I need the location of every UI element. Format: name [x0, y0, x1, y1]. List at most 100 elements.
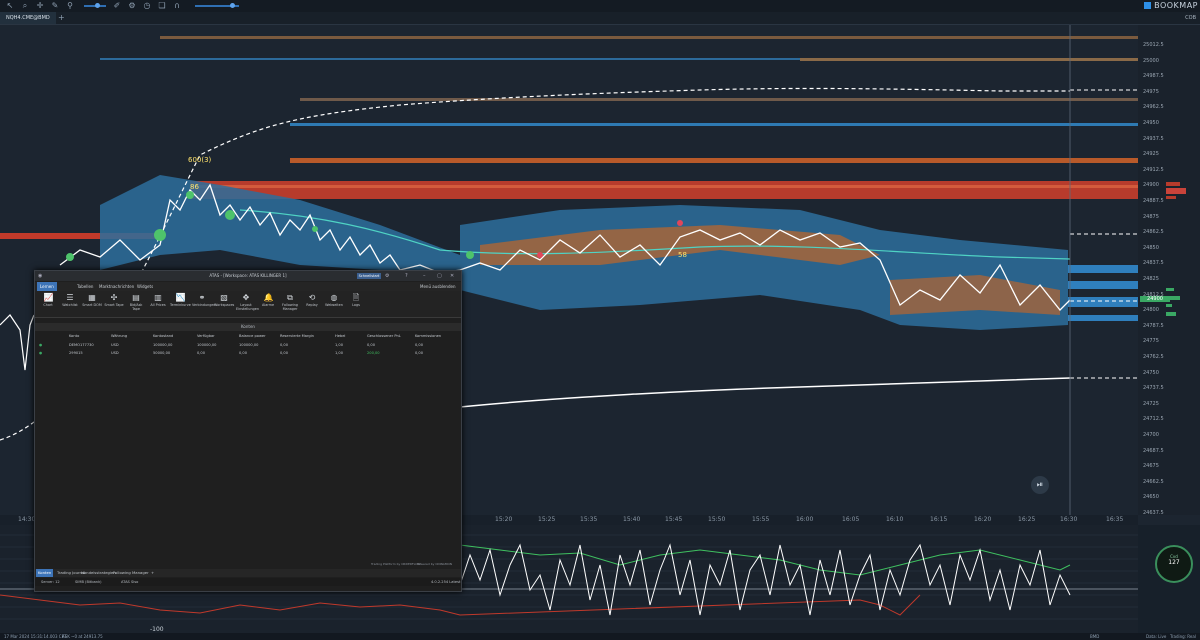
- menu-hide-button[interactable]: Menü ausblenden: [420, 282, 456, 291]
- ribbon-button-watchlist[interactable]: ☰ Watchlist: [60, 293, 80, 307]
- add-tab-button[interactable]: +: [58, 12, 65, 24]
- crosshair-icon[interactable]: ✛: [35, 1, 45, 11]
- price-tick: 24962.5: [1143, 104, 1164, 111]
- trade-bubble: [154, 229, 166, 241]
- ribbon-button-all-prices[interactable]: ▥ All Prices: [148, 293, 168, 307]
- layers-icon[interactable]: ❏: [157, 1, 167, 11]
- bottom-tab-handelsstrategien[interactable]: Handelsstrategien: [81, 569, 116, 577]
- zoom-icon[interactable]: ⌕: [20, 1, 30, 11]
- column-header[interactable]: Kontostand: [153, 333, 173, 340]
- column-header[interactable]: Balance power: [239, 333, 266, 340]
- price-tick: 24912.5: [1143, 166, 1164, 173]
- table-cell: 0,00: [197, 351, 206, 355]
- cvd-red-line: [0, 594, 921, 616]
- ribbon-icon: ⚭: [198, 293, 206, 302]
- trade-bubble: [677, 220, 683, 226]
- ribbon-button-replay[interactable]: ⟲ Replay: [302, 293, 322, 307]
- ribbon-button-logs[interactable]: 🗎 Logs: [346, 293, 366, 307]
- atas-status-server: Server: 12: [41, 580, 60, 584]
- column-header[interactable]: Verfügbar: [197, 333, 215, 340]
- price-tick: 25012.5: [1143, 42, 1164, 48]
- ribbon-button-alarme[interactable]: 🔔 Alarme: [258, 293, 278, 307]
- column-header[interactable]: Hebel: [335, 333, 345, 340]
- ribbon-label: All Prices: [150, 303, 166, 307]
- magnet-icon[interactable]: ∩: [172, 1, 182, 11]
- price-tick: 24775: [1143, 338, 1159, 345]
- table-row[interactable]: ● DEMO177730 USD 100000,00 100000,00 100000,0…: [35, 342, 461, 349]
- liquidity-line: [290, 123, 1138, 126]
- status-ask: ASK ~0 at 24913.75: [62, 634, 103, 639]
- table-row[interactable]: ● 299015 USD 50000,00 0,00 0,00 0,00 1,00 200,00…: [35, 350, 461, 357]
- price-tick: 24950: [1143, 120, 1159, 126]
- menu-lernen[interactable]: Lernen: [37, 282, 57, 291]
- connection-status-icon: ●: [39, 343, 43, 347]
- contrast-slider-knob[interactable]: [95, 3, 100, 8]
- maximize-icon[interactable]: ▢: [437, 271, 442, 281]
- ribbon-button-terminkurve[interactable]: 📉 Terminkurve: [170, 293, 191, 307]
- ribbon-button-workspaces[interactable]: ▧ Workspaces: [214, 293, 234, 307]
- instrument-tab[interactable]: NQH4.CME@BMD: [0, 12, 56, 24]
- cob-label: COB: [1185, 15, 1196, 21]
- column-header[interactable]: Reservierte Margin: [280, 333, 314, 340]
- column-header[interactable]: Geschlossener PnL: [367, 333, 401, 340]
- ribbon-icon: ▤: [132, 293, 140, 302]
- atas-ribbon: 📈 Chart ☰ Watchlist ▦ Smart DOM ✣ Smart Tape ▤ Bi…: [35, 291, 461, 318]
- ribbon-button-smart-tape[interactable]: ✣ Smart Tape: [104, 293, 124, 307]
- bottom-tab-konten[interactable]: Konten: [36, 569, 54, 577]
- current-price-badge: 24900: [1140, 296, 1170, 302]
- order-book-profile: [1166, 182, 1186, 316]
- ribbon-button-chart[interactable]: 📈 Chart: [38, 293, 58, 307]
- add-bottom-tab-button[interactable]: +: [151, 569, 154, 577]
- pen-icon[interactable]: ✐: [112, 1, 122, 11]
- column-header[interactable]: Währung: [111, 333, 127, 340]
- minimize-icon[interactable]: –: [423, 271, 426, 281]
- price-tick: 24700: [1143, 432, 1159, 438]
- time-tick: 15:35: [580, 516, 598, 523]
- time-tick: 14:30: [18, 516, 36, 523]
- ribbon-label: Chart: [43, 303, 53, 307]
- time-tick: 15:25: [538, 516, 556, 523]
- column-header[interactable]: Konto: [69, 333, 79, 340]
- atas-title-bar[interactable]: ATAS - [Workspace: ATAS KILLINGER 1] Sch…: [35, 271, 461, 281]
- trade-bubble: [466, 251, 474, 259]
- bid-bar: [1166, 182, 1180, 186]
- cursor-icon[interactable]: ↖: [5, 1, 15, 11]
- column-header[interactable]: Kommissionen: [415, 333, 441, 340]
- draw-icon[interactable]: ✎: [50, 1, 60, 11]
- footer-right: Powered by CINNAMON: [417, 562, 453, 566]
- menu-widgets[interactable]: Widgets: [137, 282, 153, 291]
- gear-icon[interactable]: ⚙: [127, 1, 137, 11]
- ribbon-icon: 🔔: [263, 293, 274, 302]
- link-icon[interactable]: ⚲: [65, 1, 75, 11]
- menu-marktnachrichten[interactable]: Marktnachrichten: [99, 282, 134, 291]
- bottom-tab-following-manager[interactable]: Following Manager: [113, 569, 149, 577]
- price-tick: 24725: [1143, 400, 1159, 407]
- atas-window[interactable]: ATAS - [Workspace: ATAS KILLINGER 1] Sch…: [34, 270, 462, 592]
- table-cell: DEMO177730: [69, 343, 94, 347]
- help-icon[interactable]: ?: [405, 271, 408, 281]
- ribbon-label: Bid/Ask Tape: [129, 303, 143, 311]
- ribbon-icon: 📈: [43, 293, 54, 302]
- table-cell: 100000,00: [197, 343, 217, 347]
- liquidity-wall: [190, 181, 1138, 199]
- ribbon-button-following-manager[interactable]: ⧉ Following Manager: [280, 293, 300, 311]
- ribbon-button-bid-ask-tape[interactable]: ▤ Bid/Ask Tape: [126, 293, 146, 311]
- delta-oscillator-line: [459, 543, 1071, 616]
- ribbon-label: Terminkurve: [170, 303, 191, 307]
- play-replay-button[interactable]: ⏯: [1031, 476, 1049, 494]
- close-icon[interactable]: ✕: [450, 271, 454, 281]
- ribbon-button-webseiten[interactable]: ◍ Webseiten: [324, 293, 344, 307]
- ribbon-button-smart-dom[interactable]: ▦ Smart DOM: [82, 293, 102, 307]
- schnellstart-button[interactable]: Schnellstart: [357, 273, 381, 279]
- clock-icon[interactable]: ◷: [142, 1, 152, 11]
- brightness-slider-knob[interactable]: [230, 3, 235, 8]
- price-tick: 24975: [1143, 88, 1159, 95]
- liquidity-wall-core: [190, 185, 1138, 188]
- settings-icon[interactable]: ⚙: [385, 271, 389, 281]
- ribbon-icon: ✥: [242, 293, 250, 302]
- ribbon-button-verbindungen[interactable]: ⚭ Verbindungen: [192, 293, 216, 307]
- ribbon-button-layout-einstellungen[interactable]: ✥ Layout Einstellungen: [236, 293, 259, 311]
- cvd-gauge-value: 127: [1168, 559, 1180, 566]
- menu-tabellen[interactable]: Tabellen: [77, 282, 93, 291]
- time-tick: 15:40: [623, 516, 641, 523]
